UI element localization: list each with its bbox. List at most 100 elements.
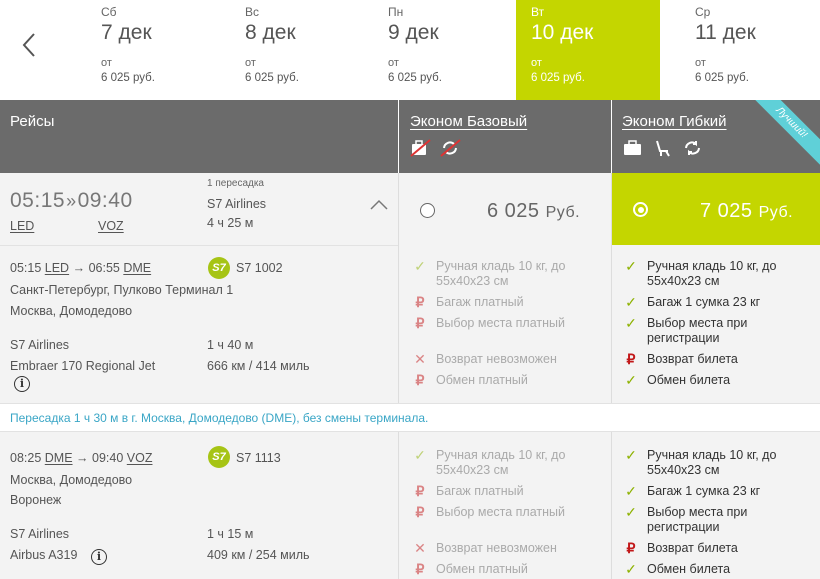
summary-duration: 4 ч 25 м [207,216,254,230]
feature-text: Ручная кладь 10 кг, до 55x40x23 см [647,259,777,288]
transfer-text: Пересадка 1 ч 30 м в г. Москва, Домодедо… [10,411,429,425]
flights-header: Рейсы [0,100,398,173]
date-dow: Сб [101,5,117,19]
date-day: 7 дек [101,21,152,44]
feature-text: Выбор места платный [436,316,565,330]
check-icon: ✓ [625,504,637,520]
feature-text: Обмен платный [436,373,528,387]
date-dow: Ср [695,5,711,19]
seg-dep-iata[interactable]: LED [45,261,69,275]
feature-text: Обмен билета [647,562,731,576]
fare-flex-header[interactable]: Эконом Гибкий Лучший! [612,100,820,173]
date-price: 6 025 руб. [695,72,749,84]
s7-logo-icon: S7 [208,446,230,468]
flight-details: 05:15»09:40 LED VOZ 1 пересадка S7 Airli… [0,173,398,579]
date-option[interactable]: Вс 8 дек от 6 025 руб. [230,0,374,100]
date-option[interactable]: Ср 11 дек от 6 025 руб. [680,0,820,100]
date-day: 11 дек [695,21,756,44]
date-option[interactable]: Сб 7 дек от 6 025 руб. [86,0,230,100]
summary-arr-time: 09:40 [77,189,133,212]
seg-dep-iata[interactable]: DME [45,451,73,465]
segment-airline: S7 Airlines [10,338,70,352]
price-flex-value: 7 025 [700,200,753,222]
fare-basic-title[interactable]: Эконом Базовый [410,113,611,130]
ruble-icon: ₽ [415,483,425,499]
date-from: от [245,57,256,69]
feature-text: Возврат невозможен [436,541,557,555]
feature-text: Возврат билета [647,541,738,555]
to-airport: Москва, Домодедово [10,304,133,318]
ruble-icon: ₽ [415,372,425,388]
ruble-icon: ₽ [626,540,636,556]
info-icon[interactable]: i [14,376,30,392]
feature-text: Выбор места при регистрации [647,505,748,534]
seg-arr-iata[interactable]: VOZ [127,451,153,465]
arrow-icon: → [72,261,86,275]
feature-text: Обмен платный [436,562,528,576]
date-option[interactable]: Пн 9 дек от 6 025 руб. [373,0,517,100]
feature-text: Выбор места при регистрации [647,316,748,345]
stops-count: 1 пересадка [207,178,264,189]
best-badge: Лучший! [745,100,820,169]
segment-airline: S7 Airlines [10,527,70,541]
ruble-icon: ₽ [415,504,425,520]
date-price: 6 025 руб. [101,72,155,84]
feature-text: Багаж 1 сумка 23 кг [647,295,761,309]
segment-duration: 1 ч 40 м [207,338,254,352]
from-airport: Санкт-Петербург, Пулково Терминал 1 [10,283,234,297]
date-dow: Вт [531,5,545,19]
summary-airline: S7 Airlines [207,197,267,211]
feature-text: Ручная кладь 10 кг, до 55x40x23 см [436,448,566,477]
segment-route: 05:15 LED → 06:55 DME [10,261,151,275]
flight-number: S7 1002 [236,261,283,275]
no-baggage-icon [410,139,431,157]
seg-dep-time: 08:25 [10,451,42,465]
check-icon: ✓ [625,483,637,499]
divider [398,173,399,579]
date-price: 6 025 руб. [531,72,585,84]
divider [0,245,398,246]
check-icon: ✓ [625,447,637,463]
fare-flex-select[interactable]: 7 025 Руб. [612,173,820,245]
check-icon: ✓ [414,258,426,274]
date-price: 6 025 руб. [388,72,442,84]
info-icon[interactable]: i [91,549,107,565]
to-airport: Воронеж [10,493,62,507]
fare-basic-select[interactable]: 6 025 Руб. [399,173,611,245]
check-icon: ✓ [625,258,637,274]
check-icon: ✓ [625,561,637,577]
segment-distance: 666 км / 414 миль [207,359,310,373]
fare-basic-header[interactable]: Эконом Базовый [399,100,611,173]
check-icon: ✓ [625,315,637,331]
s7-logo-icon: S7 [208,257,230,279]
summary-arr-iata[interactable]: VOZ [98,219,124,233]
check-icon: ✓ [625,372,637,388]
date-option-selected[interactable]: Вт 10 дек от 6 025 руб. [516,0,660,100]
aircraft: Embraer 170 Regional Jet [10,359,156,373]
feature-text: Обмен билета [647,373,731,387]
divider [611,173,612,579]
aircraft: Airbus A319 [10,548,78,562]
date-from: от [695,57,706,69]
radio-flex-selected[interactable] [633,202,648,217]
seg-arr-iata[interactable]: DME [123,261,151,275]
date-from: от [388,57,399,69]
currency: Руб. [758,204,794,221]
check-icon: ✓ [625,294,637,310]
date-day: 9 дек [388,21,439,44]
segment-duration: 1 ч 15 м [207,527,254,541]
ruble-icon: ₽ [415,294,425,310]
summary-dep-iata[interactable]: LED [10,219,34,233]
summary-dep-time: 05:15 [10,189,66,212]
ruble-icon: ₽ [626,351,636,367]
feature-text: Возврат билета [647,352,738,366]
chevron-up-icon[interactable] [370,199,388,211]
baggage-icon [624,140,641,155]
date-dow: Вс [245,5,260,19]
radio-basic[interactable] [420,203,435,218]
cross-icon: ✕ [414,540,426,556]
date-day: 10 дек [531,21,594,44]
flight-number: S7 1113 [236,451,281,465]
chevron-left-icon[interactable] [18,30,42,60]
feature-text: Выбор места платный [436,505,565,519]
